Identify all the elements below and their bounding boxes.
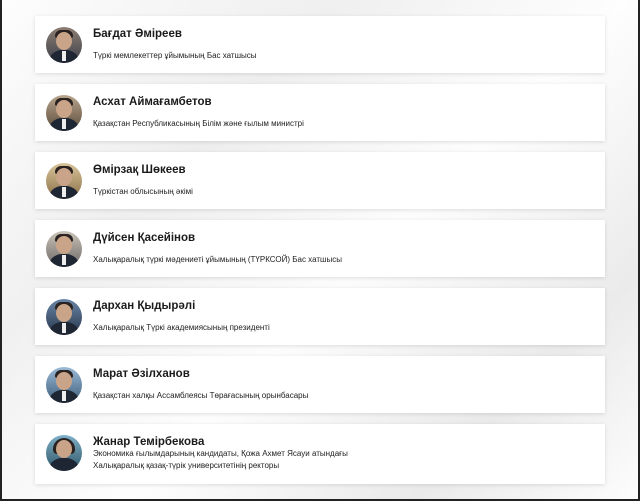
window-frame-left: [0, 0, 2, 501]
speaker-card[interactable]: Марат Әзілханов Қазақстан халқы Ассамбле…: [35, 356, 605, 413]
speaker-card[interactable]: Өмірзақ Шөкеев Түркістан облысының әкімі: [35, 152, 605, 209]
speaker-name: Асхат Аймағамбетов: [93, 96, 212, 108]
avatar: [46, 95, 82, 131]
speaker-role: Түркі мемлекеттер ұйымының Бас хатшысы: [93, 51, 257, 60]
speaker-name: Бағдат Әміреев: [93, 28, 182, 40]
avatar: [46, 231, 82, 267]
speaker-name: Өмірзақ Шөкеев: [93, 164, 186, 176]
avatar: [46, 299, 82, 335]
speaker-role: Халықаралық түркі мәдениеті ұйымының (ТҮ…: [93, 255, 342, 264]
speaker-role: Қазақстан халқы Ассамблеясы Төрағасының …: [93, 391, 309, 400]
speaker-name: Марат Әзілханов: [93, 368, 190, 380]
speaker-role-line: Халықаралық қазақ-түрік университетінің …: [93, 461, 280, 470]
speakers-list: Бағдат Әміреев Түркі мемлекеттер ұйымыны…: [35, 0, 605, 484]
avatar: [46, 27, 82, 63]
speaker-name: Дүйсен Қасейінов: [93, 232, 196, 244]
speaker-card[interactable]: Жанар Темірбекова Экономика ғылымдарының…: [35, 424, 605, 484]
speaker-role-line: Экономика ғылымдарының кандидаты, Қожа А…: [93, 449, 348, 458]
speaker-card[interactable]: Дүйсен Қасейінов Халықаралық түркі мәден…: [35, 220, 605, 277]
speaker-role: Қазақстан Республикасының Білім және ғыл…: [93, 119, 304, 128]
speaker-name: Жанар Темірбекова: [93, 436, 205, 448]
speaker-card[interactable]: Бағдат Әміреев Түркі мемлекеттер ұйымыны…: [35, 16, 605, 73]
avatar: [46, 163, 82, 199]
speaker-name: Дархан Қыдырәлі: [93, 300, 196, 312]
avatar: [46, 435, 82, 471]
speaker-role: Түркістан облысының әкімі: [93, 187, 193, 196]
speaker-card[interactable]: Асхат Аймағамбетов Қазақстан Республикас…: [35, 84, 605, 141]
avatar: [46, 367, 82, 403]
speaker-role: Халықаралық Түркі академиясының президен…: [93, 323, 270, 332]
speaker-role: Экономика ғылымдарының кандидаты, Қожа А…: [93, 448, 583, 472]
speaker-card[interactable]: Дархан Қыдырәлі Халықаралық Түркі академ…: [35, 288, 605, 345]
